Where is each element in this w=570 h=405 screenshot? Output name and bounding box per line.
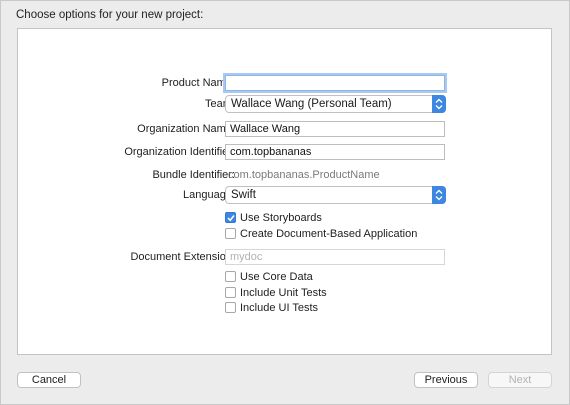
language-value: Swift: [231, 189, 256, 201]
include-ui-tests-checkbox[interactable]: [225, 302, 236, 313]
language-popup[interactable]: Swift: [225, 186, 446, 204]
organization-name-row: Organization Name: Wallace Wang: [18, 120, 553, 140]
chevron-updown-icon: [432, 186, 446, 204]
create-document-based-checkbox[interactable]: [225, 228, 236, 239]
use-storyboards-option[interactable]: Use Storyboards: [225, 212, 322, 226]
create-document-based-label: Create Document-Based Application: [240, 228, 418, 240]
include-ui-tests-option[interactable]: Include UI Tests: [225, 302, 318, 316]
product-name-field[interactable]: [225, 75, 445, 91]
page-title: Choose options for your new project:: [16, 9, 204, 21]
organization-identifier-label: Organization Identifier:: [124, 146, 235, 158]
organization-identifier-row: Organization Identifier: com.topbananas: [18, 143, 553, 163]
team-row: Team: Wallace Wang (Personal Team): [18, 95, 553, 115]
team-value: Wallace Wang (Personal Team): [231, 98, 392, 110]
previous-button[interactable]: Previous: [414, 372, 478, 388]
use-storyboards-label: Use Storyboards: [240, 212, 322, 224]
bundle-identifier-value: com.topbananas.ProductName: [228, 169, 380, 181]
organization-name-field[interactable]: Wallace Wang: [225, 121, 445, 137]
language-row: Language: Swift: [18, 186, 553, 206]
document-extension-label: Document Extension:: [130, 251, 235, 263]
use-core-data-checkbox[interactable]: [225, 271, 236, 282]
include-unit-tests-option[interactable]: Include Unit Tests: [225, 287, 327, 301]
bundle-identifier-label: Bundle Identifier:: [152, 169, 235, 181]
use-core-data-label: Use Core Data: [240, 271, 313, 283]
next-button[interactable]: Next: [488, 372, 552, 388]
include-ui-tests-label: Include UI Tests: [240, 302, 319, 314]
options-panel: Product Name: Team: Wallace Wang (Person…: [17, 28, 552, 355]
organization-name-label: Organization Name:: [137, 123, 235, 135]
team-popup[interactable]: Wallace Wang (Personal Team): [225, 95, 446, 113]
use-storyboards-checkbox[interactable]: [225, 212, 236, 223]
cancel-button[interactable]: Cancel: [17, 372, 81, 388]
bundle-identifier-row: Bundle Identifier: com.topbananas.Produc…: [18, 166, 553, 186]
product-name-label: Product Name:: [161, 77, 235, 89]
document-extension-row: Document Extension: mydoc: [18, 248, 553, 268]
checkmark-icon: [227, 215, 235, 222]
product-name-row: Product Name:: [18, 74, 553, 94]
create-document-based-option[interactable]: Create Document-Based Application: [225, 228, 417, 242]
use-core-data-option[interactable]: Use Core Data: [225, 271, 313, 285]
organization-identifier-field[interactable]: com.topbananas: [225, 144, 445, 160]
chevron-updown-icon: [432, 95, 446, 113]
include-unit-tests-checkbox[interactable]: [225, 287, 236, 298]
document-extension-field[interactable]: mydoc: [225, 249, 445, 265]
include-unit-tests-label: Include Unit Tests: [240, 287, 327, 299]
